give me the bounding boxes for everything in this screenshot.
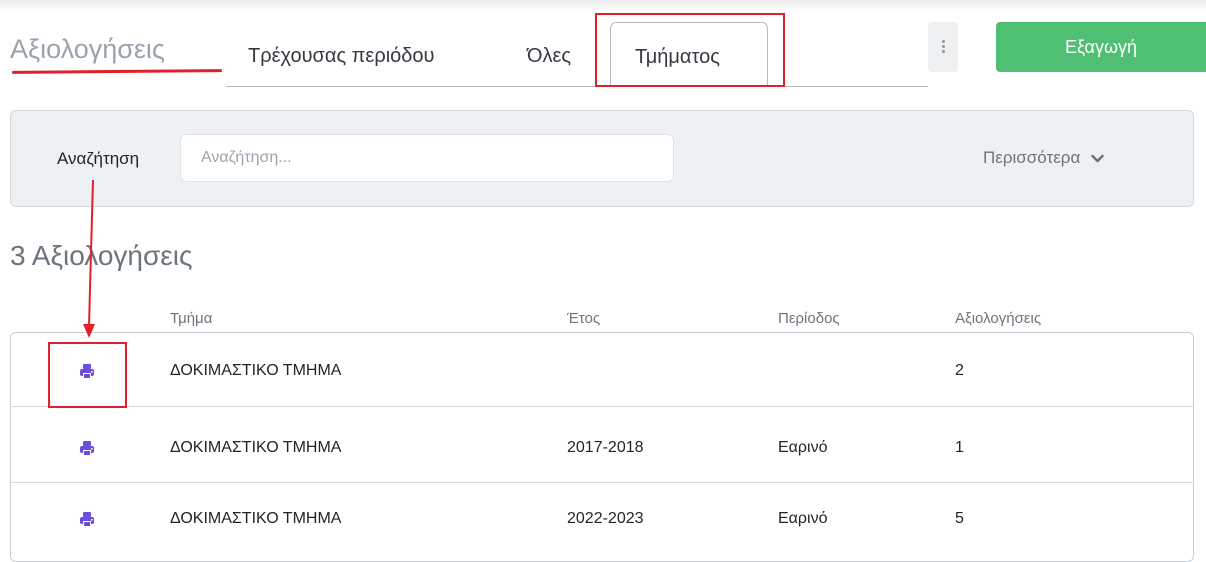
cell-department: ΔΟΚΙΜΑΣΤΙΚΟ ΤΜΗΜΑ [170,362,342,379]
more-filters-label: Περισσότερα [983,148,1081,167]
cell-evaluations: 2 [955,362,964,379]
title-underline-annotation [11,69,223,74]
printer-icon[interactable] [79,511,95,527]
search-label: Αναζήτηση [57,149,140,168]
column-header-year[interactable]: Έτος [567,310,600,327]
cell-department: ΔΟΚΙΜΑΣΤΙΚΟ ΤΜΗΜΑ [170,439,342,456]
cell-year: 2022-2023 [567,510,644,527]
cell-department: ΔΟΚΙΜΑΣΤΙΚΟ ΤΜΗΜΑ [170,510,342,527]
page-title: Αξιολογήσεις [10,34,165,64]
more-actions-button[interactable] [928,22,958,72]
row-divider [10,406,1194,407]
search-input[interactable] [180,134,674,182]
chevron-down-icon [1091,154,1104,162]
tabs-baseline [226,86,928,87]
column-header-evaluations[interactable]: Αξιολογήσεις [955,310,1041,327]
tab-current-period[interactable]: Τρέχουσας περιόδου [248,45,434,68]
tab-all[interactable]: Όλες [527,45,571,68]
highlight-box-print [48,342,127,408]
column-header-period[interactable]: Περίοδος [778,310,840,327]
top-shade [0,0,1206,12]
export-button[interactable]: Εξαγωγή [996,22,1206,72]
cell-period: Εαρινό [778,439,828,456]
cell-evaluations: 5 [955,510,964,527]
more-filters-toggle[interactable]: Περισσότερα [983,148,1104,168]
row-divider [10,482,1194,483]
column-header-department[interactable]: Τμήμα [170,310,212,327]
cell-evaluations: 1 [955,439,964,456]
cell-year: 2017-2018 [567,439,644,456]
printer-icon[interactable] [79,440,95,456]
highlight-box-tab [595,13,785,87]
results-count-title: 3 Αξιολογήσεις [10,240,193,271]
cell-period: Εαρινό [778,510,828,527]
